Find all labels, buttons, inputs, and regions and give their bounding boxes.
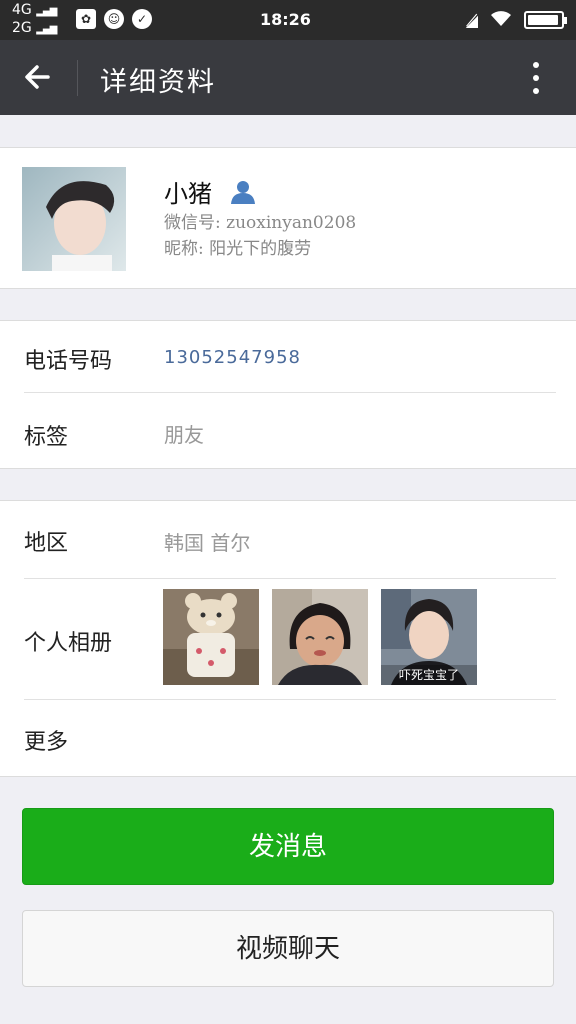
album-photo-3[interactable]: 吓死宝宝了 bbox=[381, 589, 477, 685]
more-options-button[interactable] bbox=[518, 58, 554, 98]
tag-row[interactable]: 标签 朋友 bbox=[0, 393, 576, 469]
network-indicator: 4G ▂▄▆ 2G ▂▄▆ bbox=[12, 2, 57, 38]
album-label: 个人相册 bbox=[24, 631, 113, 656]
status-bar: 4G ▂▄▆ 2G ▂▄▆ ✿ ☺ ✓ 18:26 ◢̸ bbox=[0, 0, 576, 40]
app-notification-icon: ✿ bbox=[76, 9, 96, 29]
title-separator bbox=[77, 60, 78, 96]
more-dot-icon bbox=[533, 75, 539, 81]
more-row[interactable]: 更多 bbox=[0, 700, 576, 777]
message-notification-icon: ☺ bbox=[104, 9, 124, 29]
tag-label: 标签 bbox=[24, 425, 69, 450]
name-row: 小猪 bbox=[164, 174, 256, 209]
profile-card[interactable]: 小猪 微信号: zuoxinyan0208 昵称: 阳光下的腹劳 bbox=[0, 147, 576, 289]
phone-number[interactable]: 13052547958 bbox=[164, 347, 301, 368]
title-bar: 详细资料 bbox=[0, 40, 576, 115]
back-arrow-icon bbox=[25, 65, 50, 89]
more-dot-icon bbox=[533, 62, 539, 68]
nickname: 昵称: 阳光下的腹劳 bbox=[164, 239, 312, 259]
more-dot-icon bbox=[533, 88, 539, 94]
region-label: 地区 bbox=[24, 531, 69, 556]
signal-bars-icon: ▂▄▆ bbox=[36, 6, 57, 17]
video-call-button[interactable]: 视频聊天 bbox=[22, 910, 554, 987]
battery-icon bbox=[524, 11, 567, 29]
send-message-button[interactable]: 发消息 bbox=[22, 808, 554, 885]
more-label: 更多 bbox=[24, 730, 69, 755]
album-photo-caption: 吓死宝宝了 bbox=[399, 668, 459, 682]
album-photo-1[interactable] bbox=[163, 589, 259, 685]
album-photo-2[interactable] bbox=[272, 589, 368, 685]
phone-row[interactable]: 电话号码 13052547958 bbox=[0, 321, 576, 392]
system-icons: ◢̸ bbox=[465, 9, 567, 31]
check-notification-icon: ✓ bbox=[132, 9, 152, 29]
album-photos: 吓死宝宝了 bbox=[163, 589, 477, 685]
wifi-icon bbox=[490, 9, 512, 31]
region-value: 韩国 首尔 bbox=[164, 531, 251, 555]
clock: 18:26 bbox=[260, 10, 311, 29]
contact-name: 小猪 bbox=[164, 180, 212, 208]
wechat-id: 微信号: zuoxinyan0208 bbox=[164, 213, 357, 233]
person-icon bbox=[231, 180, 255, 204]
contact-info-card: 电话号码 13052547958 标签 朋友 bbox=[0, 320, 576, 469]
network-4g-label: 4G bbox=[12, 2, 32, 18]
notification-icons: ✿ ☺ ✓ bbox=[76, 9, 152, 29]
page-title: 详细资料 bbox=[100, 67, 216, 98]
region-row: 地区 韩国 首尔 bbox=[0, 501, 576, 578]
signal-bars-icon: ▂▄▆ bbox=[36, 24, 57, 35]
tag-value: 朋友 bbox=[164, 423, 204, 447]
network-2g-label: 2G bbox=[12, 20, 32, 36]
avatar[interactable] bbox=[22, 167, 126, 271]
phone-label: 电话号码 bbox=[24, 349, 113, 374]
mute-icon: ◢̸ bbox=[465, 10, 478, 30]
back-button[interactable] bbox=[18, 56, 60, 98]
